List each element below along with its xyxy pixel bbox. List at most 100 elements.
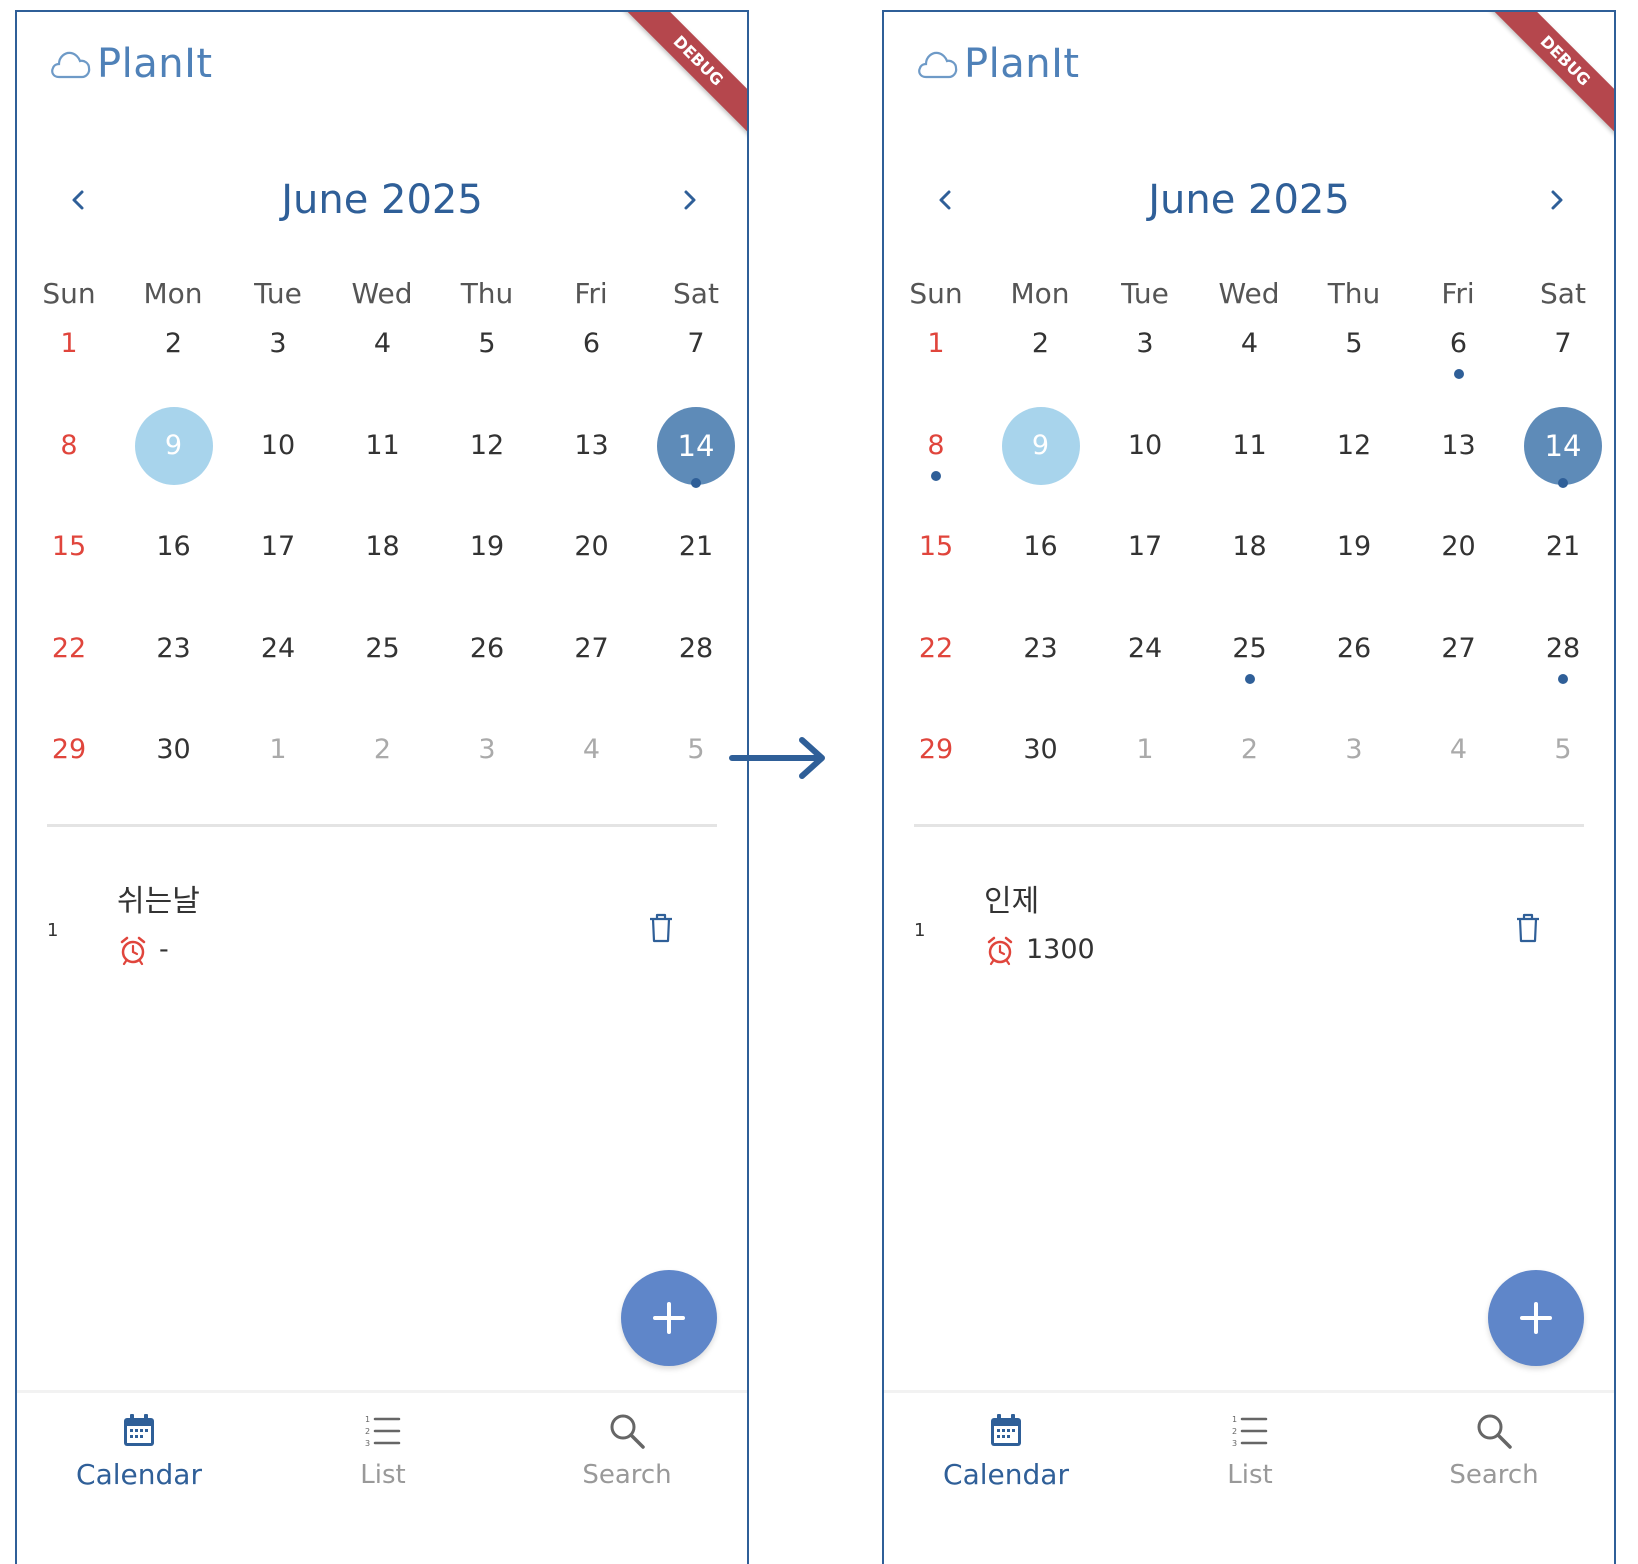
calendar-day[interactable]: 4	[540, 718, 644, 818]
calendar-day[interactable]: 4	[1198, 312, 1302, 412]
nav-search[interactable]: Search	[505, 1409, 747, 1509]
list-icon: 1 2 3	[365, 1415, 401, 1448]
calendar-day[interactable]: 3	[1302, 718, 1406, 818]
calendar-day[interactable]: 29	[884, 718, 988, 818]
calendar-day[interactable]: 5	[1511, 718, 1614, 818]
delete-event-button[interactable]	[1514, 912, 1544, 946]
calendar-day[interactable]: 18	[331, 515, 435, 615]
event-indicator-dot	[1558, 477, 1568, 488]
calendar-day-number: 6	[582, 328, 601, 359]
calendar-day[interactable]: 6	[540, 312, 644, 412]
event-alarm: -	[117, 934, 169, 966]
event-list-item[interactable]: 1 쉬는날 -	[17, 882, 747, 982]
calendar-day[interactable]: 21	[644, 515, 747, 615]
calendar-day[interactable]: 1	[884, 312, 988, 412]
calendar-day[interactable]: 21	[1511, 515, 1614, 615]
calendar-day[interactable]: 18	[1198, 515, 1302, 615]
search-icon	[1477, 1414, 1512, 1449]
add-event-button[interactable]	[1488, 1270, 1584, 1366]
calendar-day[interactable]: 24	[226, 617, 330, 717]
delete-event-button[interactable]	[647, 912, 677, 946]
nav-list[interactable]: 1 2 3 List	[261, 1409, 505, 1509]
calendar-day[interactable]: 12	[435, 414, 539, 514]
calendar-day[interactable]: 28	[1511, 617, 1614, 717]
calendar-day[interactable]: 1	[17, 312, 121, 412]
nav-list-label: List	[1227, 1460, 1273, 1490]
calendar-day[interactable]: 16	[989, 515, 1093, 615]
calendar-day[interactable]: 6	[1407, 312, 1511, 412]
calendar-day[interactable]: 10	[1093, 414, 1197, 514]
calendar-day[interactable]: 9	[989, 344, 1093, 514]
calendar-day[interactable]: 13	[540, 414, 644, 514]
calendar-day[interactable]: 27	[1407, 617, 1511, 717]
nav-list[interactable]: 1 2 3 List	[1128, 1409, 1372, 1509]
calendar-day[interactable]: 25	[1198, 617, 1302, 717]
calendar-day-number: 10	[260, 429, 296, 461]
calendar-day[interactable]: 23	[122, 617, 226, 717]
calendar-day[interactable]: 13	[1407, 414, 1511, 514]
calendar-day[interactable]: 14	[644, 344, 747, 514]
calendar-day[interactable]: 17	[1093, 515, 1197, 615]
plus-icon	[1520, 1302, 1552, 1334]
nav-search[interactable]: Search	[1372, 1409, 1614, 1509]
event-index: 1	[914, 920, 926, 941]
calendar-day[interactable]: 8	[17, 414, 121, 514]
event-alarm: 1300	[984, 934, 1095, 966]
calendar-day[interactable]: 26	[1302, 617, 1406, 717]
calendar-day[interactable]: 30	[122, 718, 226, 818]
calendar-day[interactable]: 15	[17, 515, 121, 615]
event-indicator-dot	[1244, 673, 1255, 684]
event-time: 1300	[1026, 934, 1095, 965]
calendar-day[interactable]: 27	[540, 617, 644, 717]
calendar-day[interactable]: 5	[644, 718, 747, 818]
calendar-day[interactable]: 17	[226, 515, 330, 615]
event-list-item[interactable]: 1 인제 1300	[884, 882, 1614, 982]
calendar-day[interactable]: 19	[1302, 515, 1406, 615]
calendar-day[interactable]: 5	[1302, 312, 1406, 412]
calendar-day[interactable]: 29	[17, 718, 121, 818]
calendar-day[interactable]: 20	[1407, 515, 1511, 615]
calendar-day[interactable]: 8	[884, 414, 988, 514]
calendar-day[interactable]: 1	[1093, 718, 1197, 818]
calendar-day[interactable]: 22	[17, 617, 121, 717]
nav-calendar[interactable]: Calendar	[884, 1409, 1128, 1509]
calendar-day[interactable]: 19	[435, 515, 539, 615]
event-indicator-dot	[1453, 369, 1464, 379]
calendar-day[interactable]: 25	[331, 617, 435, 717]
calendar-day[interactable]: 3	[435, 718, 539, 818]
calendar-day[interactable]: 26	[435, 617, 539, 717]
calendar-day[interactable]: 24	[1093, 617, 1197, 717]
calendar-day[interactable]: 23	[989, 617, 1093, 717]
add-event-button[interactable]	[621, 1270, 717, 1366]
calendar-day[interactable]: 5	[435, 312, 539, 412]
calendar-day[interactable]: 11	[1198, 414, 1302, 514]
calendar-day[interactable]: 4	[331, 312, 435, 412]
calendar-day[interactable]: 3	[1093, 312, 1197, 412]
calendar-day[interactable]: 20	[540, 515, 644, 615]
calendar-day[interactable]: 30	[989, 718, 1093, 818]
bottom-navigation: Calendar 1 2 3 List Search	[17, 1390, 747, 1564]
calendar-day[interactable]: 11	[331, 414, 435, 514]
calendar-day[interactable]: 2	[331, 718, 435, 818]
calendar-day-number: 9	[1031, 429, 1050, 461]
calendar-day[interactable]: 1	[226, 718, 330, 818]
calendar-day[interactable]: 14	[1511, 344, 1614, 514]
calendar-day-number: 7	[687, 328, 705, 359]
calendar-day-number: 26	[469, 632, 505, 664]
calendar-day[interactable]: 28	[644, 617, 747, 717]
calendar-day[interactable]: 12	[1302, 414, 1406, 514]
calendar-day[interactable]: 3	[226, 312, 330, 412]
calendar-day-number: 2	[1031, 328, 1050, 359]
calendar-day[interactable]: 22	[884, 617, 988, 717]
phone-screen-after: DEBUG PlanIt June 2025 Sun Mon Tue Wed T…	[882, 10, 1616, 1564]
calendar-day[interactable]: 2	[1198, 718, 1302, 818]
calendar-day[interactable]: 16	[122, 515, 226, 615]
calendar-day[interactable]: 15	[884, 515, 988, 615]
calendar-day[interactable]: 4	[1407, 718, 1511, 818]
calendar-day[interactable]: 9	[122, 344, 226, 514]
calendar-day-number: 2	[1240, 734, 1259, 765]
calendar-day[interactable]: 10	[226, 414, 330, 514]
nav-calendar[interactable]: Calendar	[17, 1409, 261, 1509]
calendar-day-number: 15	[918, 531, 954, 562]
calendar-grid: 1 2 3 4 5 6 7 8 9 10 11 12 13 14 15 16 17 18 19 20 21 22 23 24 2…	[17, 12, 747, 812]
